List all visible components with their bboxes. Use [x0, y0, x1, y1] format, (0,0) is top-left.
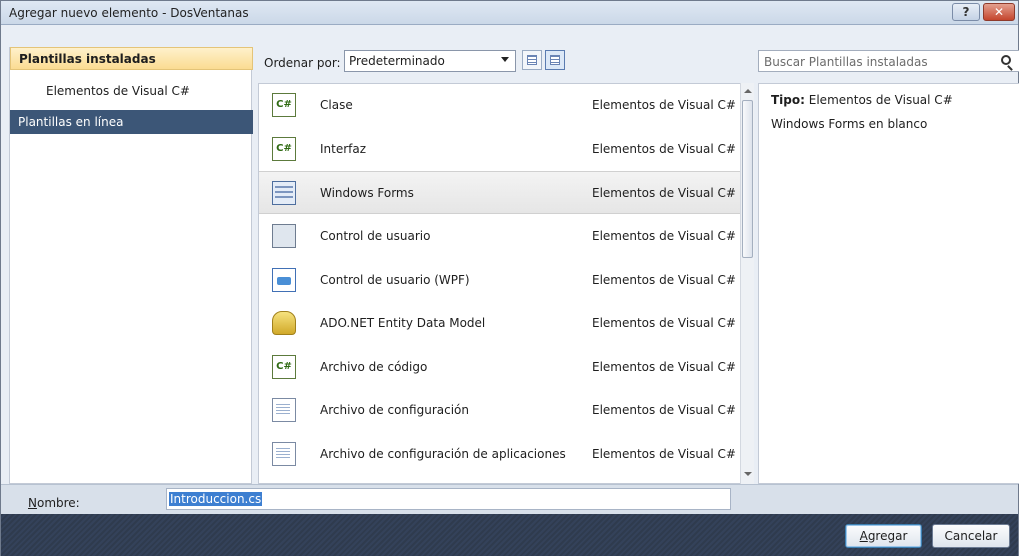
details-pane: Tipo: Elementos de Visual C# Windows For… [758, 83, 1019, 484]
template-category: Elementos de Visual C# [592, 142, 736, 156]
template-category: Elementos de Visual C# [592, 316, 736, 330]
online-templates-header[interactable]: Plantillas en línea [10, 110, 253, 134]
interface-icon: C# [272, 137, 296, 161]
tree-item-visual-csharp[interactable]: Elementos de Visual C# [46, 84, 190, 98]
template-name: Control de usuario [320, 229, 431, 243]
sort-dropdown[interactable]: Predeterminado [344, 50, 516, 72]
template-row-archivo-configuracion-aplicaciones[interactable]: Archivo de configuración de aplicaciones… [259, 433, 740, 476]
list-view-icon [527, 55, 537, 65]
template-row-entity-data-model[interactable]: ADO.NET Entity Data Model Elementos de V… [259, 302, 740, 345]
template-name: Archivo de configuración de aplicaciones [320, 447, 566, 461]
template-category: Elementos de Visual C# [592, 98, 736, 112]
templates-tree: Plantillas instaladas Elementos de Visua… [9, 47, 253, 484]
template-name: Archivo de código [320, 360, 428, 374]
template-row-clase[interactable]: C# Clase Elementos de Visual C# [259, 84, 740, 127]
help-button[interactable]: ? [952, 3, 980, 21]
list-scrollbar[interactable] [740, 83, 754, 484]
medium-icons-view-button[interactable] [545, 50, 565, 70]
template-category: Elementos de Visual C# [592, 403, 736, 417]
class-icon: C# [272, 93, 296, 117]
code-file-icon: C# [272, 355, 296, 379]
scroll-thumb[interactable] [742, 100, 753, 258]
details-view-icon [550, 55, 560, 65]
windows-forms-icon [272, 181, 296, 205]
template-name: Windows Forms [320, 186, 414, 200]
scroll-up-icon[interactable] [744, 89, 752, 93]
template-name: Clase [320, 98, 353, 112]
template-name: Control de usuario (WPF) [320, 273, 470, 287]
template-row-windows-forms[interactable]: Windows Forms Elementos de Visual C# [259, 171, 740, 214]
type-label: Tipo: [771, 93, 805, 107]
user-control-icon [272, 224, 296, 248]
name-label: Nombre: [28, 496, 80, 510]
details-type: Tipo: Elementos de Visual C# [771, 93, 953, 107]
close-button[interactable]: ✕ [983, 3, 1015, 21]
template-row-archivo-codigo[interactable]: C# Archivo de código Elementos de Visual… [259, 346, 740, 389]
template-category: Elementos de Visual C# [592, 229, 736, 243]
search-placeholder: Buscar Plantillas instaladas [764, 55, 928, 69]
installed-templates-header[interactable]: Plantillas instaladas [10, 47, 253, 70]
add-button-accesskey: A [859, 529, 868, 543]
config-file-icon [272, 398, 296, 422]
small-icons-view-button[interactable] [522, 50, 542, 70]
template-row-archivo-configuracion[interactable]: Archivo de configuración Elementos de Vi… [259, 389, 740, 432]
chevron-down-icon [501, 57, 509, 62]
add-button-label: gregar [867, 529, 908, 543]
name-label-accesskey: N [28, 496, 37, 510]
scroll-down-icon[interactable] [744, 472, 752, 476]
template-row-control-usuario-wpf[interactable]: Control de usuario (WPF) Elementos de Vi… [259, 259, 740, 302]
window-title: Agregar nuevo elemento - DosVentanas [9, 6, 249, 20]
template-category: Elementos de Visual C# [592, 447, 736, 461]
sort-value: Predeterminado [349, 54, 445, 68]
app-config-file-icon [272, 442, 296, 466]
name-input-value: Introduccion.cs [169, 492, 263, 506]
add-button[interactable]: Agregar [845, 524, 922, 548]
type-value: Elementos de Visual C# [808, 93, 953, 107]
template-list: C# Clase Elementos de Visual C# C# Inter… [258, 83, 754, 484]
name-input[interactable]: Introduccion.cs [166, 488, 731, 510]
template-row-interfaz[interactable]: C# Interfaz Elementos de Visual C# [259, 128, 740, 171]
search-input[interactable]: Buscar Plantillas instaladas [758, 50, 1019, 72]
sort-label: Ordenar por: [264, 56, 341, 70]
details-description: Windows Forms en blanco [771, 117, 928, 131]
template-category: Elementos de Visual C# [592, 186, 736, 200]
template-category: Elementos de Visual C# [592, 360, 736, 374]
name-label-text: ombre: [36, 496, 80, 510]
entity-data-model-icon [272, 311, 296, 335]
cancel-button[interactable]: Cancelar [932, 524, 1010, 548]
template-category: Elementos de Visual C# [592, 273, 736, 287]
search-icon[interactable] [1001, 55, 1011, 65]
template-row-control-usuario[interactable]: Control de usuario Elementos de Visual C… [259, 215, 740, 258]
template-name: Interfaz [320, 142, 367, 156]
dialog-window: Agregar nuevo elemento - DosVentanas ? ✕… [0, 0, 1019, 556]
title-bar[interactable]: Agregar nuevo elemento - DosVentanas ? ✕ [1, 1, 1018, 25]
wpf-user-control-icon [272, 268, 296, 292]
template-row-partial[interactable] [259, 476, 740, 483]
template-name: Archivo de configuración [320, 403, 469, 417]
template-name: ADO.NET Entity Data Model [320, 316, 486, 330]
